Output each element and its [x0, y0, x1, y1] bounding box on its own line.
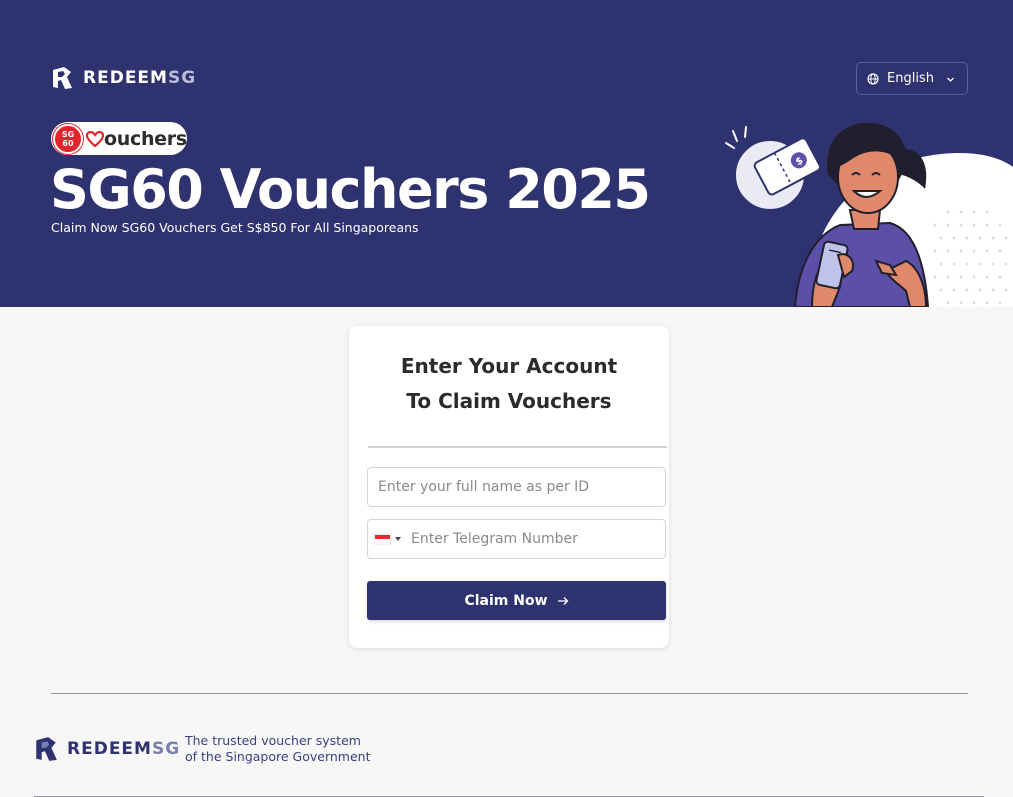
brand-name: REDEEMSG — [83, 68, 197, 88]
header-logo[interactable]: REDEEMSG — [51, 66, 196, 90]
form-title-line2: To Claim Vouchers — [406, 389, 612, 413]
redeemsg-logo-icon — [36, 737, 57, 761]
form-title-line1: Enter Your Account — [400, 354, 618, 378]
caret-down-icon — [395, 537, 401, 541]
claim-now-button[interactable]: Claim Now — [367, 581, 666, 620]
country-code-selector[interactable] — [368, 520, 405, 558]
heart-v-icon — [86, 130, 104, 147]
redeemsg-logo-icon — [53, 67, 72, 89]
badge-text: ouchers — [104, 127, 187, 150]
page-title: SG60 Vouchers 2025 — [50, 158, 651, 221]
woman-with-phone-illustration: $ — [725, 122, 1013, 307]
footer-logo[interactable]: REDEEMSG — [34, 736, 180, 762]
page-subtitle: Claim Now SG60 Vouchers Get S$850 For Al… — [51, 220, 419, 235]
form-divider — [368, 446, 667, 448]
claim-now-label: Claim Now — [464, 592, 548, 609]
chevron-down-icon — [947, 77, 954, 82]
singapore-flag-icon — [374, 533, 391, 545]
sg60-vouchers-badge: SG 60 ouchers — [51, 122, 187, 155]
footer-tagline: The trusted voucher system of the Singap… — [185, 733, 371, 764]
footer-brand-name: REDEEMSG — [67, 739, 181, 759]
full-name-field[interactable] — [367, 467, 666, 507]
arrow-right-icon — [557, 596, 568, 605]
telegram-number-field[interactable] — [367, 519, 666, 559]
full-name-input[interactable] — [368, 468, 665, 506]
claim-form-card: Enter Your Account To Claim Vouchers Cla… — [349, 326, 669, 648]
footer-divider-top — [51, 693, 968, 694]
hero-banner: REDEEMSG English SG 60 ouchers SG60 Vouc… — [0, 0, 1013, 307]
language-label: English — [887, 71, 934, 86]
telegram-number-input[interactable] — [405, 520, 665, 558]
language-selector[interactable]: English — [856, 62, 968, 95]
sg60-logo: SG 60 — [53, 123, 83, 154]
globe-icon — [867, 72, 879, 85]
